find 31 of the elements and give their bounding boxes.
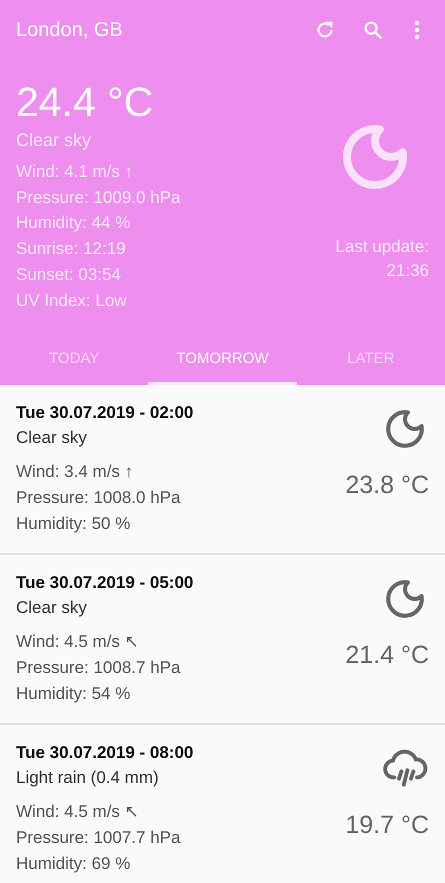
location-title: London, GB xyxy=(16,18,124,42)
weather-detail: Humidity: 44 % xyxy=(16,212,132,234)
weather-detail: UV Index: Low xyxy=(16,290,128,312)
forecast-datetime: Tue 30.07.2019 - 08:00 xyxy=(16,742,194,764)
forecast-description: Clear sky xyxy=(16,597,88,620)
weather-description: Clear sky xyxy=(16,129,92,152)
forecast-description: Clear sky xyxy=(16,427,88,450)
forecast-description: Light rain (0.4 mm) xyxy=(16,767,160,790)
tab[interactable]: LATER xyxy=(296,335,445,386)
weather-detail: Sunset: 03:54 xyxy=(16,264,122,286)
forecast-humidity: Humidity: 54 % xyxy=(16,683,132,706)
weather-detail: Sunrise: 12:19 xyxy=(16,238,127,260)
forecast-wind: Wind: 4.5 m/s ↖ xyxy=(16,801,140,824)
forecast-humidity: Humidity: 50 % xyxy=(16,513,132,536)
forecast-datetime: Tue 30.07.2019 - 02:00 xyxy=(16,402,194,424)
forecast-pressure: Pressure: 1008.7 hPa xyxy=(16,657,182,680)
forecast-datetime: Tue 30.07.2019 - 05:00 xyxy=(16,572,194,594)
weather-detail: Pressure: 1009.0 hPa xyxy=(16,186,182,209)
forecast-pressure: Pressure: 1008.0 hPa xyxy=(16,487,182,510)
forecast-temperature: 21.4 °C xyxy=(345,641,429,670)
forecast-pressure: Pressure: 1007.7 hPa xyxy=(16,827,182,850)
forecast-humidity: Humidity: 69 % xyxy=(16,853,132,876)
forecast-temperature: 19.7 °C xyxy=(345,811,429,840)
forecast-wind: Wind: 4.5 m/s ↖ xyxy=(16,631,140,654)
forecast-wind: Wind: 3.4 m/s ↑ xyxy=(16,461,134,484)
last-update-time: 21:36 xyxy=(386,260,429,282)
forecast-temperature: 23.8 °C xyxy=(345,471,429,500)
tab[interactable]: TODAY xyxy=(0,335,148,386)
last-update-label: Last update: xyxy=(335,236,429,258)
current-temperature: 24.4 °C xyxy=(16,78,154,127)
weather-detail: Wind: 4.1 m/s ↑ xyxy=(16,161,134,183)
